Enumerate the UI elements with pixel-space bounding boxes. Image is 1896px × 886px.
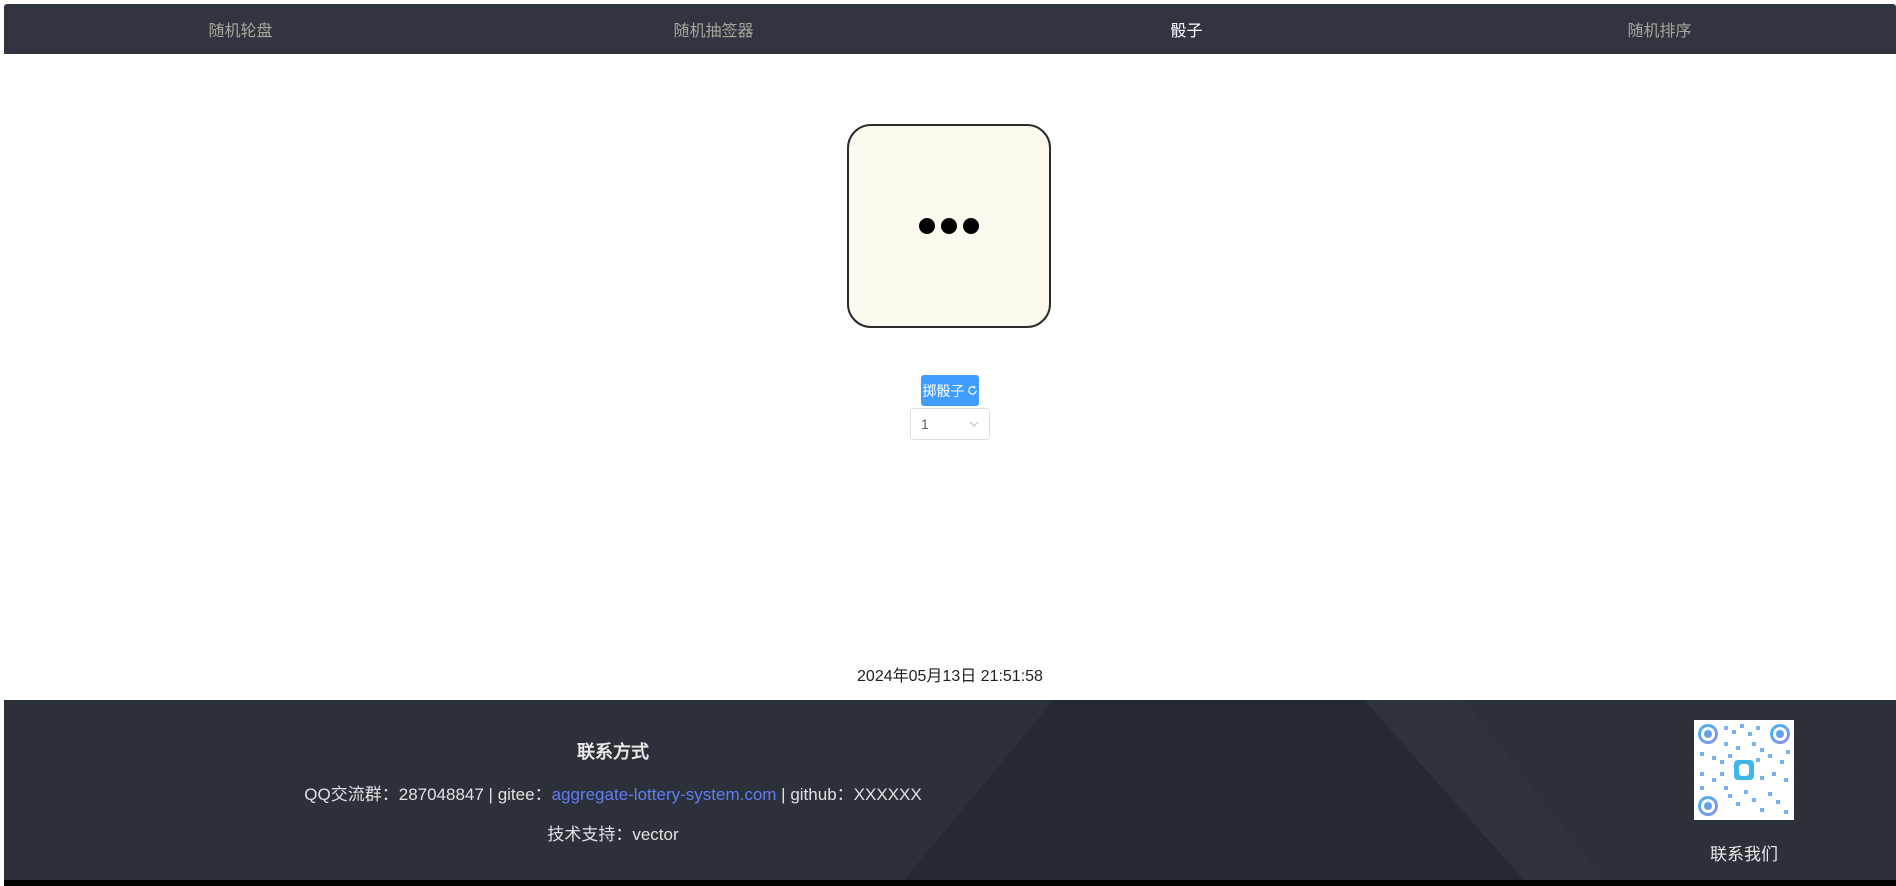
tab-random-sort[interactable]: 随机排序	[1423, 4, 1896, 54]
tab-random-lottery[interactable]: 随机抽签器	[477, 4, 950, 54]
support-value: vector	[632, 825, 679, 844]
separator: |	[483, 785, 498, 804]
current-datetime: 2024年05月13日 21:51:58	[857, 668, 1043, 685]
dice-count-value: 1	[921, 416, 929, 432]
contact-title: 联系方式	[577, 742, 649, 762]
github-label: github：	[790, 785, 854, 804]
qr-code-image	[1694, 720, 1794, 820]
app-frame: 随机轮盘 随机抽签器 骰子 随机排序 掷骰子 1 2024年05月13日 21:…	[4, 4, 1896, 886]
chevron-down-icon	[969, 421, 979, 427]
separator: |	[776, 785, 791, 804]
contact-info-line: QQ交流群：287048847 | gitee：aggregate-lotter…	[4, 780, 1222, 805]
dice-pip	[919, 218, 935, 234]
roll-dice-label: 掷骰子	[922, 382, 965, 399]
gitee-label: gitee：	[497, 785, 552, 804]
gitee-link[interactable]: aggregate-lottery-system.com	[552, 785, 777, 804]
qq-number: 287048847	[398, 785, 484, 804]
footer: 联系方式 QQ交流群：287048847 | gitee：aggregate-l…	[4, 700, 1896, 880]
dice-count-select[interactable]: 1	[910, 408, 990, 440]
tab-dice[interactable]: 骰子	[950, 4, 1423, 54]
bottom-border	[4, 880, 1896, 886]
top-nav: 随机轮盘 随机抽签器 骰子 随机排序	[4, 4, 1896, 54]
dice-pip	[963, 218, 979, 234]
refresh-icon	[967, 385, 977, 395]
tech-support: 技术支持：vector	[4, 820, 1222, 845]
contact-us-link[interactable]: 联系我们	[1654, 840, 1834, 865]
qq-label: QQ交流群：	[304, 785, 399, 804]
dice-pip	[941, 218, 957, 234]
github-value: XXXXXX	[853, 785, 922, 804]
tab-random-wheel[interactable]: 随机轮盘	[4, 4, 477, 54]
support-label: 技术支持：	[547, 825, 633, 844]
roll-dice-button[interactable]: 掷骰子	[921, 375, 979, 406]
dice-face	[847, 124, 1051, 328]
